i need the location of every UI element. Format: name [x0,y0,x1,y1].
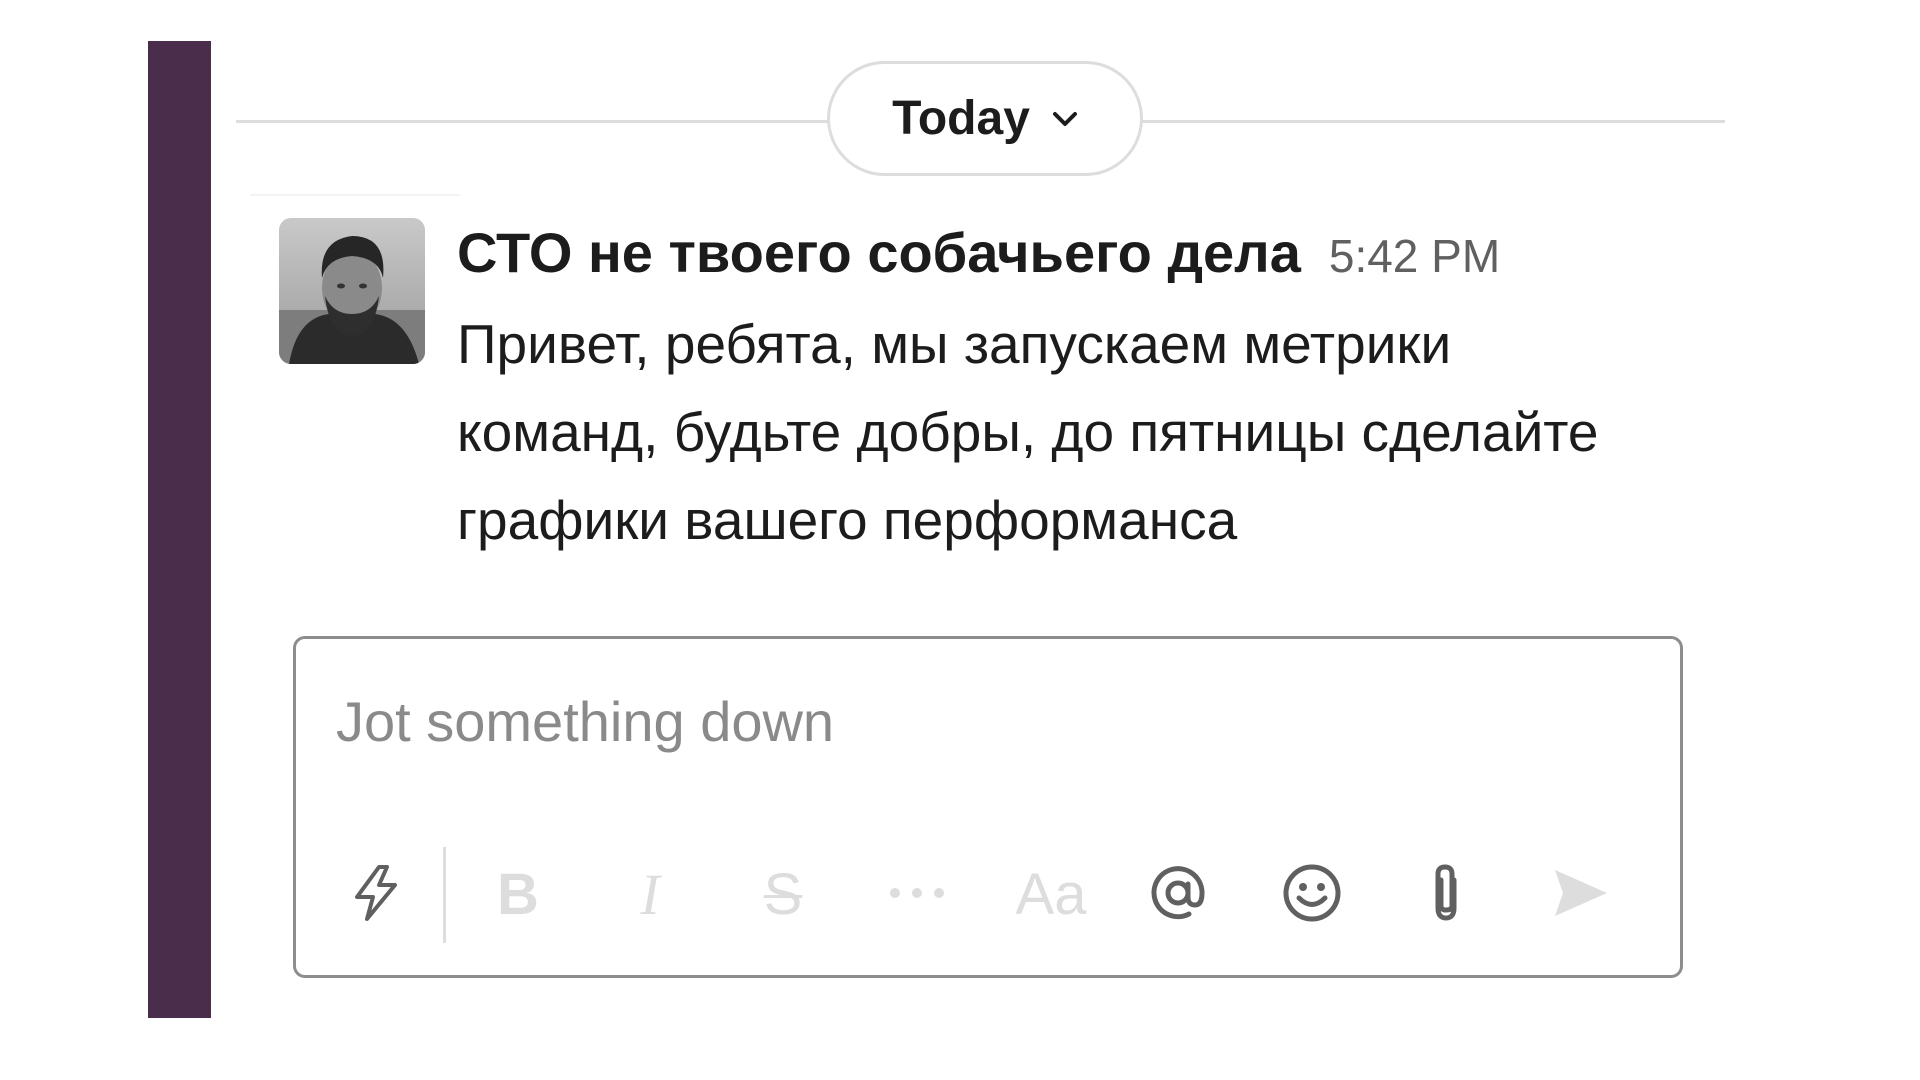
message-line: графики вашего перформанса [457,489,1238,551]
italic-icon: I [640,862,660,927]
at-sign-icon [1149,864,1207,927]
message-line: команд, будьте добры, до пятницы сделайт… [457,401,1599,463]
attach-button[interactable] [1406,855,1486,935]
mention-button[interactable] [1138,855,1218,935]
emoji-button[interactable] [1272,855,1352,935]
chevron-down-icon [1052,111,1078,127]
avatar[interactable] [279,218,425,364]
shortcuts-button[interactable] [336,855,416,935]
bold-icon: B [497,862,539,927]
message-header: СТО не твоего собачьего дела 5:42 PM [457,220,1500,290]
more-formatting-button[interactable] [877,855,957,935]
message-body: Привет, ребята, мы запускаем метрики ком… [457,300,1757,564]
smiley-icon [1282,863,1342,928]
strikethrough-icon: S [763,862,803,927]
strikethrough-button[interactable]: S [743,855,823,935]
bold-button[interactable]: B [478,855,558,935]
ellipsis-icon [887,886,947,904]
date-divider-label: Today [892,92,1030,145]
text-format-icon: Aa [1015,862,1087,927]
message-input[interactable] [336,689,1636,754]
send-icon [1551,866,1611,925]
italic-button[interactable]: I [610,855,690,935]
sidebar-strip [148,41,211,1018]
date-divider-button[interactable]: Today [827,61,1143,176]
message-composer: B I S Aa [293,636,1683,978]
scroll-hint [250,194,460,196]
paperclip-icon [1424,862,1468,929]
message-line: Привет, ребята, мы запускаем метрики [457,313,1452,375]
message-timestamp[interactable]: 5:42 PM [1329,229,1500,283]
send-button[interactable] [1541,855,1621,935]
text-format-button[interactable]: Aa [1011,855,1091,935]
message-author[interactable]: СТО не твоего собачьего дела [457,220,1301,285]
lightning-icon [349,863,403,928]
toolbar-separator [443,847,446,943]
